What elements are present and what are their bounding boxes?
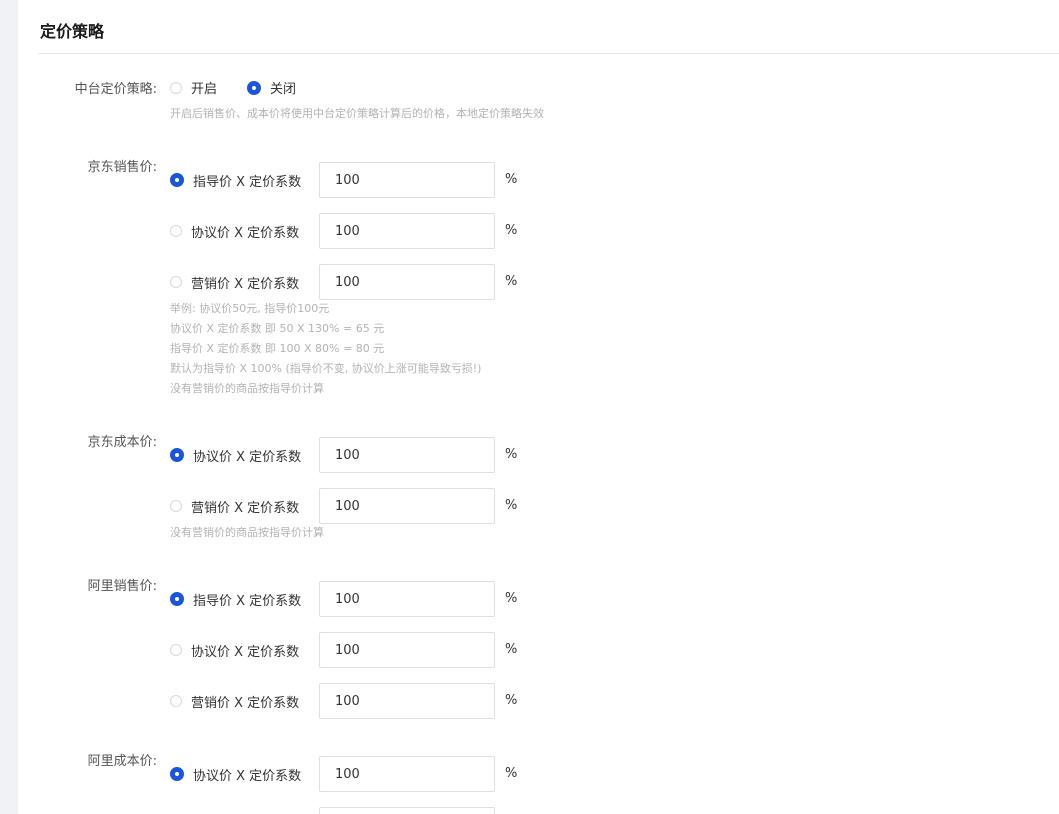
radio-icon[interactable] xyxy=(170,276,182,288)
middle-strategy-option-off[interactable]: 关闭 xyxy=(247,78,296,97)
ali-sale-row-marketing[interactable]: 营销价 X 定价系数 100 % xyxy=(170,683,517,719)
radio-checked-icon[interactable] xyxy=(247,80,262,95)
jd-sale-hint-2: 协议价 X 定价系数 即 50 X 130% = 65 元 xyxy=(170,322,385,335)
percent-unit: % xyxy=(505,172,518,187)
percent-unit: % xyxy=(505,766,518,781)
percent-unit: % xyxy=(505,447,518,462)
radio-icon[interactable] xyxy=(170,81,182,94)
ali-sale-label: 阿里销售价: xyxy=(87,579,157,594)
section-title: 定价策略 xyxy=(40,22,105,41)
ali-sale-guide-coefficient-input[interactable]: 100 xyxy=(319,581,495,617)
jd-cost-agreement-coefficient-input[interactable]: 100 xyxy=(319,437,495,473)
percent-unit: % xyxy=(505,693,518,708)
radio-checked-icon[interactable] xyxy=(170,173,184,187)
jd-sale-hint-4: 默认为指导价 X 100% (指导价不变, 协议价上涨可能导致亏损!) xyxy=(170,362,482,375)
jd-sale-row-guide[interactable]: 指导价 X 定价系数 100 % xyxy=(170,162,517,198)
radio-icon[interactable] xyxy=(170,644,182,656)
middle-strategy-label: 中台定价策略: xyxy=(74,82,157,97)
radio-icon[interactable] xyxy=(170,225,182,237)
radio-checked-icon[interactable] xyxy=(170,767,184,781)
ali-cost-next-input-partial[interactable] xyxy=(319,807,495,814)
jd-sale-row-marketing[interactable]: 营销价 X 定价系数 100 % xyxy=(170,264,517,300)
jd-sale-marketing-coefficient-input[interactable]: 100 xyxy=(319,264,495,300)
radio-icon[interactable] xyxy=(170,500,182,512)
percent-unit: % xyxy=(505,223,518,238)
jd-sale-guide-coefficient-input[interactable]: 100 xyxy=(319,162,495,198)
jd-cost-label: 京东成本价: xyxy=(87,435,157,450)
ali-sale-row-agreement[interactable]: 协议价 X 定价系数 100 % xyxy=(170,632,517,668)
ali-cost-label: 阿里成本价: xyxy=(87,754,157,769)
jd-sale-hint-1: 举例: 协议价50元, 指导价100元 xyxy=(170,302,330,315)
ali-sale-row-guide[interactable]: 指导价 X 定价系数 100 % xyxy=(170,581,517,617)
jd-sale-hint-5: 没有营销价的商品按指导价计算 xyxy=(170,382,324,395)
percent-unit: % xyxy=(505,591,518,606)
percent-unit: % xyxy=(505,642,518,657)
middle-strategy-option-on[interactable]: 开启 xyxy=(170,78,217,97)
left-sidebar-strip xyxy=(0,0,18,814)
ali-cost-row-agreement[interactable]: 协议价 X 定价系数 100 % xyxy=(170,756,517,792)
jd-cost-row-agreement[interactable]: 协议价 X 定价系数 100 % xyxy=(170,437,517,473)
jd-sale-hint-3: 指导价 X 定价系数 即 100 X 80% = 80 元 xyxy=(170,342,385,355)
ali-sale-agreement-coefficient-input[interactable]: 100 xyxy=(319,632,495,668)
middle-strategy-radio-group: 开启 关闭 xyxy=(170,78,326,97)
radio-icon[interactable] xyxy=(170,695,182,707)
ali-sale-marketing-coefficient-input[interactable]: 100 xyxy=(319,683,495,719)
middle-strategy-hint: 开启后销售价、成本价将使用中台定价策略计算后的价格，本地定价策略失效 xyxy=(170,107,544,120)
percent-unit: % xyxy=(505,274,518,289)
jd-cost-row-marketing[interactable]: 营销价 X 定价系数 100 % xyxy=(170,488,517,524)
jd-cost-hint: 没有营销价的商品按指导价计算 xyxy=(170,526,324,539)
radio-checked-icon[interactable] xyxy=(170,592,184,606)
jd-sale-label: 京东销售价: xyxy=(87,160,157,175)
title-divider xyxy=(38,53,1059,54)
jd-sale-row-agreement[interactable]: 协议价 X 定价系数 100 % xyxy=(170,213,517,249)
ali-cost-agreement-coefficient-input[interactable]: 100 xyxy=(319,756,495,792)
jd-cost-marketing-coefficient-input[interactable]: 100 xyxy=(319,488,495,524)
radio-checked-icon[interactable] xyxy=(170,448,184,462)
percent-unit: % xyxy=(505,498,518,513)
jd-sale-agreement-coefficient-input[interactable]: 100 xyxy=(319,213,495,249)
